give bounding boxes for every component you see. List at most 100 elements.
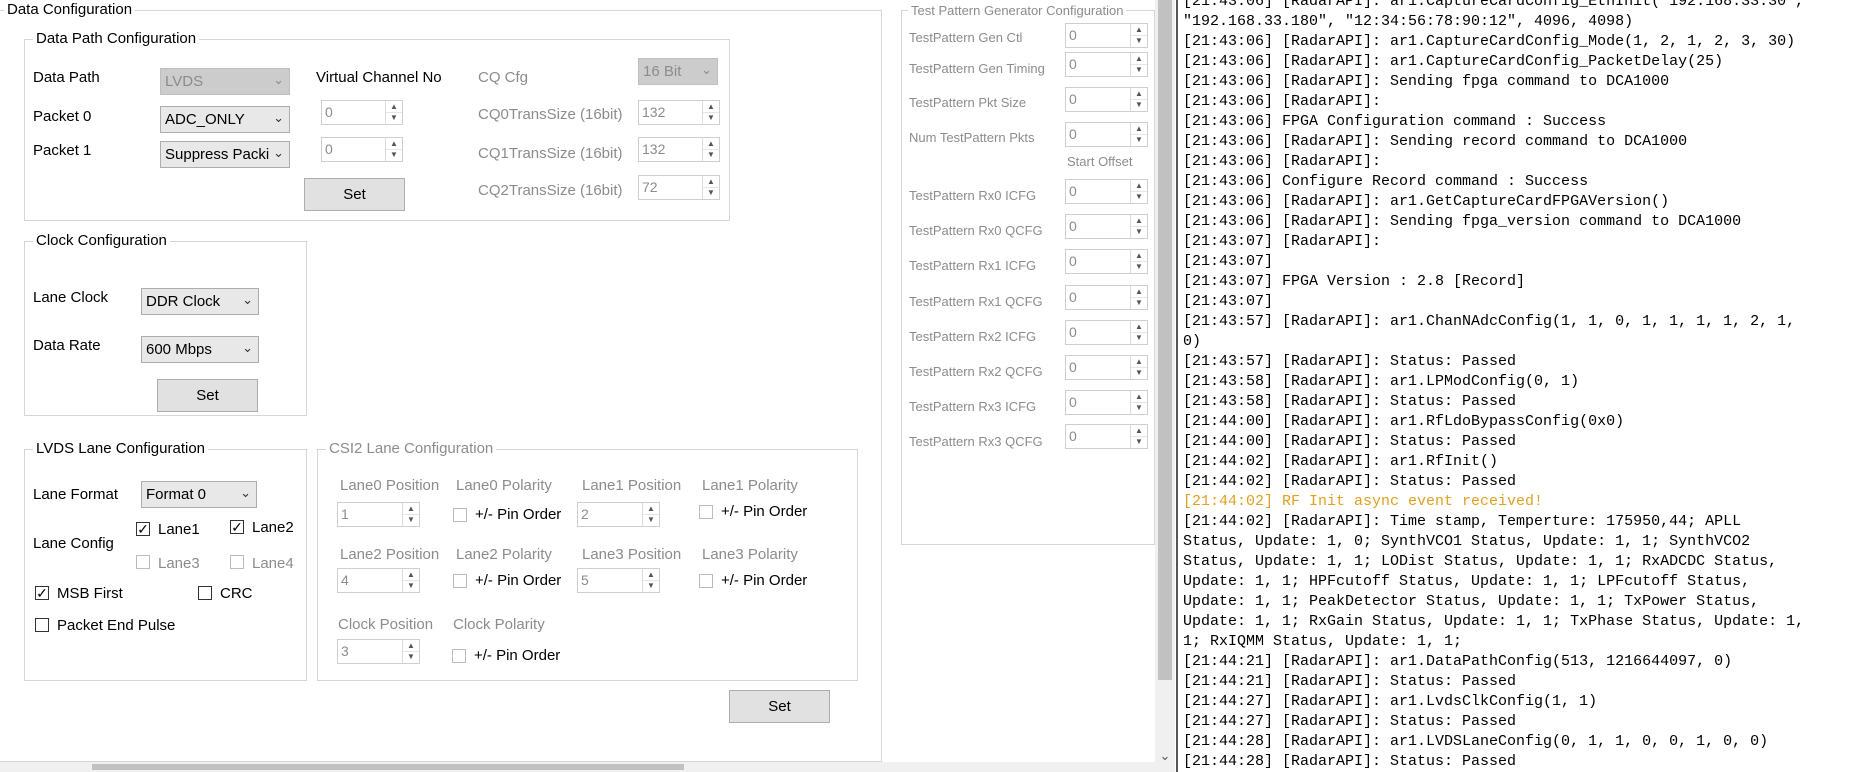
pkt-size-spinner[interactable]: 0 ▲ ▼	[1065, 87, 1148, 112]
spin-down-icon[interactable]: ▼	[643, 514, 659, 525]
spin-down-icon[interactable]: ▼	[1131, 261, 1147, 272]
rx3-qcfg-spinner[interactable]: 0 ▲ ▼	[1065, 424, 1148, 449]
lane3-pin-order-label: +/- Pin Order	[721, 572, 808, 589]
lane3-polarity-label: Lane3 Polarity	[702, 546, 798, 563]
output-log[interactable]: [21:43:06] [RadarAPI]: ar1.CaptureCardCo…	[1180, 0, 1870, 772]
data-rate-select[interactable]: 600 Mbps ⌄	[141, 336, 259, 363]
rx0-qcfg-spinner[interactable]: 0 ▲ ▼	[1065, 214, 1148, 239]
horizontal-scrollbar[interactable]	[0, 762, 1155, 772]
rx1-qcfg-spinner[interactable]: 0 ▲ ▼	[1065, 285, 1148, 310]
lane4-checkbox[interactable]	[230, 555, 244, 569]
log-line: [21:43:58] [RadarAPI]: Status: Passed	[1183, 393, 1517, 410]
spin-down-icon[interactable]: ▼	[1131, 64, 1147, 75]
rx2-icfg-spinner[interactable]: 0 ▲ ▼	[1065, 320, 1148, 345]
spin-down-icon[interactable]: ▼	[403, 580, 419, 591]
gen-timing-spinner[interactable]: 0 ▲ ▼	[1065, 52, 1148, 77]
lane-format-select[interactable]: Format 0 ⌄	[141, 481, 257, 508]
cq1-trans-size-label: CQ1TransSize (16bit)	[478, 145, 623, 162]
packet1-select[interactable]: Suppress Packi ⌄	[160, 141, 290, 168]
spin-down-icon[interactable]: ▼	[1131, 402, 1147, 413]
lane-clock-select[interactable]: DDR Clock ⌄	[141, 288, 259, 315]
csi2-lane-title: CSI2 Lane Configuration	[326, 440, 497, 457]
log-line: Status, Update: 1, 1; LODist Status, Upd…	[1183, 553, 1778, 570]
log-line: [21:44:02] [RadarAPI]: Status: Passed	[1183, 473, 1517, 490]
lane1-position-spinner[interactable]: 2 ▲ ▼	[577, 502, 660, 527]
data-path-select[interactable]: LVDS ⌄	[160, 68, 290, 95]
spin-down-icon[interactable]: ▼	[1131, 367, 1147, 378]
horizontal-scrollbar-thumb[interactable]	[92, 764, 684, 770]
spin-down-icon[interactable]: ▼	[403, 651, 419, 662]
spin-down-icon[interactable]: ▼	[386, 112, 402, 123]
crc-label: CRC	[220, 585, 253, 602]
log-line: [21:44:02] [RadarAPI]: Time stamp, Tempe…	[1183, 513, 1742, 530]
lane0-pin-order-checkbox[interactable]	[453, 508, 467, 522]
lane2-pin-order-checkbox[interactable]	[453, 574, 467, 588]
cq-cfg-select[interactable]: 16 Bit ⌄	[638, 58, 718, 85]
cq2-trans-size-spinner[interactable]: 72 ▲ ▼	[638, 175, 720, 200]
spin-down-icon[interactable]: ▼	[1131, 436, 1147, 447]
data-path-label: Data Path	[33, 69, 100, 86]
lane1-checkbox[interactable]: ✓	[136, 522, 150, 536]
vertical-scrollbar[interactable]: ⌄	[1155, 0, 1175, 772]
spin-down-icon[interactable]: ▼	[1131, 35, 1147, 46]
packet-end-pulse-checkbox[interactable]	[35, 618, 49, 632]
spin-down-icon[interactable]: ▼	[403, 514, 419, 525]
spin-down-icon[interactable]: ▼	[1131, 134, 1147, 145]
cq2-trans-size-label: CQ2TransSize (16bit)	[478, 182, 623, 199]
clock-config-title: Clock Configuration	[33, 232, 170, 249]
log-line: [21:44:28] [RadarAPI]: ar1.LVDSLaneConfi…	[1183, 733, 1769, 750]
lane3-position-spinner[interactable]: 5 ▲ ▼	[577, 568, 660, 593]
lane3-checkbox[interactable]	[136, 555, 150, 569]
log-line: Status, Update: 1, 0; SynthVCO1 Status, …	[1183, 533, 1751, 550]
log-line: [21:43:06] [RadarAPI]:	[1183, 153, 1382, 170]
cq0-trans-size-label: CQ0TransSize (16bit)	[478, 106, 623, 123]
lane1-pin-order-label: +/- Pin Order	[721, 503, 808, 520]
rx3-icfg-spinner[interactable]: 0 ▲ ▼	[1065, 390, 1148, 415]
cq1-trans-size-spinner[interactable]: 132 ▲ ▼	[638, 137, 720, 162]
gen-ctl-spinner[interactable]: 0 ▲ ▼	[1065, 23, 1148, 48]
data-path-set-button[interactable]: Set	[304, 178, 405, 211]
rx0-qcfg-label: TestPattern Rx0 QCFG	[909, 223, 1043, 238]
vertical-scrollbar-thumb[interactable]	[1158, 0, 1172, 680]
log-line: [21:43:06] [RadarAPI]: ar1.CaptureCardCo…	[1183, 0, 1805, 10]
pkt-size-label: TestPattern Pkt Size	[909, 95, 1027, 110]
spin-down-icon[interactable]: ▼	[386, 149, 402, 160]
scroll-down-icon[interactable]: ⌄	[1155, 748, 1175, 764]
lane1-pin-order-checkbox[interactable]	[699, 505, 713, 519]
clock-pin-order-checkbox[interactable]	[452, 649, 466, 663]
lane-config-set-button[interactable]: Set	[729, 690, 830, 723]
msb-first-checkbox[interactable]: ✓	[35, 586, 49, 600]
rx1-icfg-spinner[interactable]: 0 ▲ ▼	[1065, 249, 1148, 274]
packet0-select[interactable]: ADC_ONLY ⌄	[160, 106, 290, 133]
spin-down-icon[interactable]: ▼	[643, 580, 659, 591]
lane3-pin-order-checkbox[interactable]	[699, 574, 713, 588]
lane0-position-spinner[interactable]: 1 ▲ ▼	[337, 502, 420, 527]
log-line: [21:44:28] [RadarAPI]: Status: Passed	[1183, 753, 1517, 770]
rx0-icfg-spinner[interactable]: 0 ▲ ▼	[1065, 179, 1148, 204]
spin-down-icon[interactable]: ▼	[1131, 226, 1147, 237]
log-line: [21:43:06] [RadarAPI]: Sending fpga_vers…	[1183, 213, 1742, 230]
spin-down-icon[interactable]: ▼	[703, 187, 719, 198]
rx2-qcfg-spinner[interactable]: 0 ▲ ▼	[1065, 355, 1148, 380]
lane-format-label: Lane Format	[33, 486, 119, 503]
num-pkts-spinner[interactable]: 0 ▲ ▼	[1065, 122, 1148, 147]
virtual-channel-1-spinner[interactable]: 0 ▲ ▼	[321, 137, 403, 162]
lane2-position-spinner[interactable]: 4 ▲ ▼	[337, 568, 420, 593]
clock-position-spinner[interactable]: 3 ▲ ▼	[337, 639, 420, 664]
log-line: [21:43:06] [RadarAPI]: ar1.GetCaptureCar…	[1183, 193, 1670, 210]
log-line: [21:43:06] FPGA Configuration command : …	[1183, 113, 1607, 130]
lane2-label: Lane2	[252, 519, 294, 536]
crc-checkbox[interactable]	[198, 586, 212, 600]
spin-down-icon[interactable]: ▼	[1131, 191, 1147, 202]
log-line: [21:43:06] [RadarAPI]:	[1183, 93, 1382, 110]
clock-set-button[interactable]: Set	[157, 379, 258, 412]
spin-down-icon[interactable]: ▼	[1131, 99, 1147, 110]
cq0-trans-size-spinner[interactable]: 132 ▲ ▼	[638, 100, 720, 125]
spin-down-icon[interactable]: ▼	[1131, 332, 1147, 343]
virtual-channel-0-spinner[interactable]: 0 ▲ ▼	[321, 100, 403, 125]
spin-down-icon[interactable]: ▼	[703, 112, 719, 123]
spin-down-icon[interactable]: ▼	[703, 149, 719, 160]
spin-down-icon[interactable]: ▼	[1131, 297, 1147, 308]
lane2-checkbox[interactable]: ✓	[230, 520, 244, 534]
log-line: [21:44:21] [RadarAPI]: Status: Passed	[1183, 673, 1517, 690]
